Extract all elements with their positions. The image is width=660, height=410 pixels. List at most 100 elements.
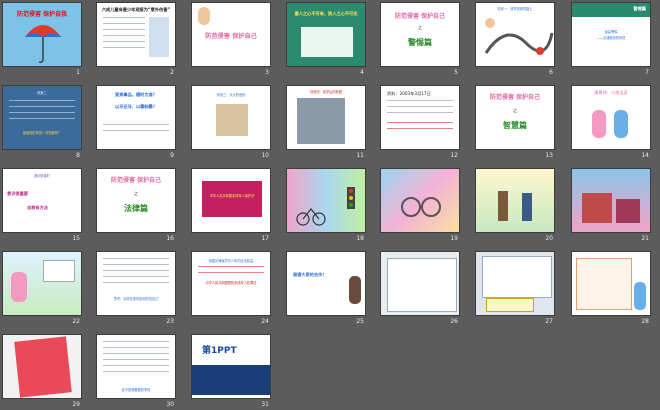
building-icon — [582, 193, 612, 223]
slide-number: 14 — [641, 152, 649, 159]
speech-bubble — [43, 260, 75, 282]
slide-2-title: 六成儿童有害少年观报为“意外伤害” — [101, 7, 171, 12]
slide-thumbnail-3[interactable]: 防范侵害 保护自己 3 — [191, 2, 271, 76]
slide-30-footer: 这不是我要做的事情 — [121, 388, 151, 392]
poster-image — [14, 336, 72, 398]
slide-thumbnail-2[interactable]: 六成儿童有害少年观报为“意外伤害” 2 — [96, 2, 176, 76]
slide-thumbnail-16[interactable]: 防范侵害 保护自己 之 法律篇 16 — [96, 168, 176, 242]
slide-thumbnail-22[interactable]: 22 — [2, 251, 82, 325]
slide-thumbnail-5[interactable]: 防范侵害 保护自己 之 警惕篇 5 — [380, 2, 460, 76]
slide-thumbnail-20[interactable]: 20 — [475, 168, 555, 242]
bicycle-icon — [296, 187, 355, 226]
slide-2-preview: 六成儿童有害少年观报为“意外伤害” — [96, 2, 176, 67]
slide-thumbnail-25[interactable]: 谢谢大家的合作！ 25 — [286, 251, 366, 325]
slide-thumbnail-18[interactable]: 18 — [286, 168, 366, 242]
slide-thumbnail-23[interactable]: 思考：请帮在家时如何防范自己 23 — [96, 251, 176, 325]
slide-25-preview: 谢谢大家的合作！ — [286, 251, 366, 316]
slide-thumbnail-11[interactable]: 情景四：放学后的校园 11 — [286, 85, 366, 159]
slide-10-preview: 情景三：大大的危险 — [191, 85, 271, 150]
slide-16-connector: 之 — [133, 191, 139, 196]
slide-24-preview: 我国法律保护青少年的合法权益 中华人民共和国预防未成年人犯罪法 — [191, 251, 271, 316]
slide-7-subheading: ——见诸危险的情境 — [596, 36, 626, 40]
slide-thumbnail-9[interactable]: 爱卖毒品，随时为准？ 以牙还牙，以暴制暴？ 9 — [96, 85, 176, 159]
umbrella-icon — [25, 25, 61, 63]
slide-number: 15 — [72, 235, 80, 242]
slide-thumbnail-30[interactable]: 这不是我要做的事情 30 — [96, 334, 176, 408]
slide-thumbnail-7[interactable]: 警惕篇 最高警惕 ——见诸危险的情境 7 — [571, 2, 651, 76]
photo-image-icon — [216, 104, 248, 136]
slide-thumbnail-24[interactable]: 我国法律保护青少年的合法权益 中华人民共和国预防未成年人犯罪法 24 — [191, 251, 271, 325]
slide-13-subtitle: 智慧篇 — [503, 121, 527, 130]
note-box — [576, 258, 632, 310]
slide-13-connector: 之 — [512, 108, 518, 113]
slide-thumbnail-10[interactable]: 情景三：大大的危险 10 — [191, 85, 271, 159]
slide-29-preview — [2, 334, 82, 399]
slide-6-preview: 情景一：放学回家的路上 — [475, 2, 555, 67]
slide-number: 27 — [545, 318, 553, 325]
slide-number: 28 — [641, 318, 649, 325]
slide-23-preview: 思考：请帮在家时如何防范自己 — [96, 251, 176, 316]
slide-number: 4 — [360, 69, 364, 76]
slide-5-title: 防范侵害 保护自己 — [394, 13, 446, 20]
slide-17-title: 中华人民共和国未成年人保护法 — [209, 194, 255, 198]
slide-2-table — [149, 17, 169, 57]
slide-thumbnail-12[interactable]: 资料：2003年3月17日 12 — [380, 85, 460, 159]
slide-thumbnail-6[interactable]: 情景一：放学回家的路上 6 — [475, 2, 555, 76]
slide-thumbnail-19[interactable]: 19 — [380, 168, 460, 242]
slide-25-title: 谢谢大家的合作！ — [293, 272, 327, 277]
screenshot-image — [482, 256, 552, 298]
slide-5-subtitle: 警惕篇 — [408, 38, 432, 47]
slide-number: 22 — [72, 318, 80, 325]
slide-24-line-1: 我国法律保护青少年的合法权益 — [208, 259, 254, 263]
slide-13-preview: 防范侵害 保护自己 之 智慧篇 — [475, 85, 555, 150]
slide-31-preview: 第1PPT — [191, 334, 271, 399]
slide-26-preview — [380, 251, 460, 316]
law-book-cover: 中华人民共和国未成年人保护法 — [202, 181, 262, 217]
slide-sorter-grid: 防范侵害 保护自我 1 六成儿童有害少年观报为“意外伤害” 2 防范侵害 保护自… — [0, 0, 660, 410]
slide-9-line-2: 以牙还牙，以暴制暴？ — [115, 104, 157, 109]
person-icon — [522, 193, 532, 221]
slide-22-preview — [2, 251, 82, 316]
slide-thumbnail-1[interactable]: 防范侵害 保护自我 1 — [2, 2, 82, 76]
slide-5-preview: 防范侵害 保护自己 之 警惕篇 — [380, 2, 460, 67]
slide-thumbnail-28[interactable]: 28 — [571, 251, 651, 325]
slide-19-preview — [380, 168, 460, 233]
slide-number: 7 — [645, 69, 649, 76]
slide-15-line-2: 自救有方法 — [27, 205, 48, 210]
slide-thumbnail-8[interactable]: 情景二 最危险的事情？你知道吗？ 8 — [2, 85, 82, 159]
slide-3-title: 防范侵害 保护自己 — [205, 33, 257, 40]
slide-15-line-1: 意识很重要 — [7, 191, 28, 196]
slide-thumbnail-29[interactable]: 29 — [2, 334, 82, 408]
slide-15-preview: 遇到侵害时 意识很重要 自救有方法 — [2, 168, 82, 233]
slide-21-preview — [571, 168, 651, 233]
slide-thumbnail-14[interactable]: 情景四：小鬼当家 14 — [571, 85, 651, 159]
cartoon-girl-icon — [198, 7, 210, 25]
slide-9-preview: 爱卖毒品，随时为准？ 以牙还牙，以暴制暴？ — [96, 85, 176, 150]
slide-30-preview: 这不是我要做的事情 — [96, 334, 176, 399]
photo-image-icon — [297, 98, 345, 144]
slide-17-preview: 中华人民共和国未成年人保护法 — [191, 168, 271, 233]
cartoon-kid-icon — [614, 110, 628, 138]
slide-14-preview: 情景四：小鬼当家 — [571, 85, 651, 150]
slide-number: 17 — [261, 235, 269, 242]
slide-number: 8 — [76, 152, 80, 159]
cartoon-kid-icon — [11, 272, 27, 302]
slide-20-preview — [475, 168, 555, 233]
slide-12-heading: 资料：2003年3月17日 — [387, 91, 431, 96]
slide-thumbnail-27[interactable]: 27 — [475, 251, 555, 325]
slide-thumbnail-4[interactable]: 害人之心不可有，防人之心不可无 4 — [286, 2, 366, 76]
slide-number: 20 — [545, 235, 553, 242]
slide-16-preview: 防范侵害 保护自己 之 法律篇 — [96, 168, 176, 233]
slide-number: 21 — [641, 235, 649, 242]
slide-thumbnail-13[interactable]: 防范侵害 保护自己 之 智慧篇 13 — [475, 85, 555, 159]
slide-8-preview: 情景二 最危险的事情？你知道吗？ — [2, 85, 82, 150]
slide-thumbnail-26[interactable]: 26 — [380, 251, 460, 325]
slide-thumbnail-31[interactable]: 第1PPT 31 — [191, 334, 271, 408]
slide-thumbnail-15[interactable]: 遇到侵害时 意识很重要 自救有方法 15 — [2, 168, 82, 242]
slide-thumbnail-21[interactable]: 21 — [571, 168, 651, 242]
slide-18-preview — [286, 168, 366, 233]
slide-thumbnail-17[interactable]: 中华人民共和国未成年人保护法 17 — [191, 168, 271, 242]
slide-16-subtitle: 法律篇 — [124, 204, 148, 213]
slide-number: 12 — [450, 152, 458, 159]
slide-28-preview — [571, 251, 651, 316]
